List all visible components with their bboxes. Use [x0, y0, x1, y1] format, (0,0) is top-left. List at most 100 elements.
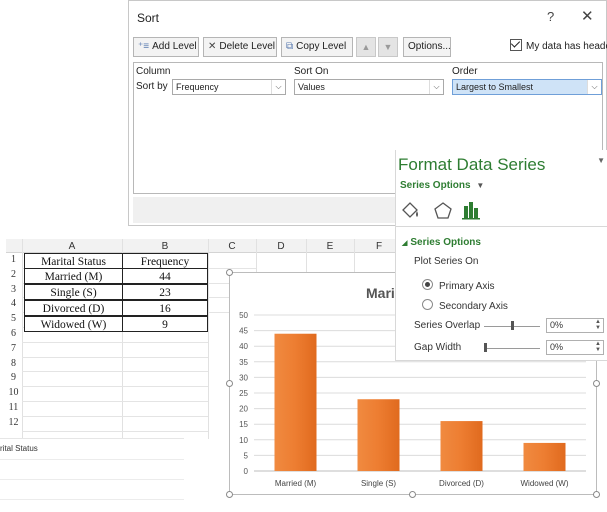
- sort-on-header: Sort On: [294, 66, 329, 77]
- series-overlap-thumb[interactable]: [511, 321, 514, 330]
- primary-axis-radio[interactable]: Primary Axis: [422, 279, 495, 292]
- row-number[interactable]: 3: [6, 284, 21, 295]
- plot-series-on-label: Plot Series On: [414, 256, 479, 267]
- close-button[interactable]: ✕: [581, 7, 594, 25]
- column-select[interactable]: Frequency ⌵: [172, 79, 286, 95]
- add-level-button[interactable]: ⁺≡ Add Level: [133, 37, 199, 57]
- delete-icon: ✕: [208, 41, 217, 52]
- help-button[interactable]: ?: [547, 9, 554, 24]
- series-options-section-header[interactable]: ◢ Series Options: [402, 237, 481, 248]
- chevron-down-icon: ▼: [476, 181, 485, 190]
- copy-level-button[interactable]: ⧉ Copy Level: [281, 37, 353, 57]
- effects-icon[interactable]: [434, 202, 452, 219]
- secondary-axis-radio[interactable]: Secondary Axis: [422, 299, 508, 312]
- resize-handle[interactable]: [409, 491, 416, 498]
- row-number[interactable]: 11: [6, 402, 21, 413]
- move-down-button[interactable]: ▼: [378, 37, 398, 57]
- row-number[interactable]: 7: [6, 343, 21, 354]
- row-number[interactable]: 6: [6, 328, 21, 339]
- row-number[interactable]: 4: [6, 298, 21, 309]
- move-up-button[interactable]: ▲: [356, 37, 376, 57]
- series-options-dropdown[interactable]: Series Options ▼: [400, 180, 484, 191]
- format-tabs: [400, 200, 600, 222]
- gap-width-value: 0%: [550, 342, 564, 352]
- series-options-icon[interactable]: [462, 202, 480, 220]
- gridline: [208, 239, 209, 439]
- gap-width-input[interactable]: 0% ▲ ▼: [546, 340, 604, 355]
- series-overlap-input[interactable]: 0% ▲ ▼: [546, 318, 604, 333]
- options-button[interactable]: Options...: [403, 37, 451, 57]
- y-tick-label: 40: [239, 342, 248, 351]
- x-tick-label: Divorced (D): [439, 479, 484, 488]
- sort-by-label: Sort by: [136, 81, 168, 92]
- resize-handle[interactable]: [593, 380, 600, 387]
- delete-level-button[interactable]: ✕ Delete Level: [203, 37, 277, 57]
- row-number[interactable]: 10: [6, 387, 21, 398]
- row-number[interactable]: 12: [6, 417, 21, 428]
- pane-options-icon[interactable]: ▼: [597, 156, 605, 165]
- fill-line-icon[interactable]: [402, 202, 418, 218]
- options-label: Options...: [408, 41, 451, 52]
- gridline: [22, 239, 23, 439]
- sort-on-select[interactable]: Values ⌵: [294, 79, 444, 95]
- gridline: [354, 239, 355, 273]
- row-number[interactable]: 5: [6, 313, 21, 324]
- column-letter[interactable]: C: [208, 241, 256, 252]
- y-tick-label: 10: [239, 436, 248, 445]
- lower-panel-label: rital Status: [0, 444, 38, 453]
- copy-icon: ⧉: [286, 41, 294, 52]
- frequency-table: Marital Status Frequency Married (M) 44 …: [24, 253, 208, 333]
- resize-handle[interactable]: [226, 491, 233, 498]
- resize-handle[interactable]: [226, 269, 233, 276]
- delete-level-label: Delete Level: [219, 41, 275, 52]
- gap-width-thumb[interactable]: [484, 343, 487, 352]
- table-cell[interactable]: Married (M): [24, 268, 123, 284]
- x-tick-label: Single (S): [361, 479, 396, 488]
- add-level-label: Add Level: [152, 41, 197, 52]
- chevron-down-icon: ⌵: [587, 80, 601, 94]
- radio-unselected-icon: [422, 299, 433, 310]
- gap-width-slider[interactable]: [484, 348, 540, 349]
- sort-toolbar: ⁺≡ Add Level ✕ Delete Level ⧉ Copy Level ▲ …: [133, 37, 607, 59]
- divider: [0, 459, 184, 460]
- my-data-has-headers-checkbox[interactable]: My data has headers: [510, 39, 607, 52]
- table-header-cell[interactable]: Marital Status: [24, 253, 123, 269]
- table-cell[interactable]: 16: [122, 300, 208, 316]
- bar: [274, 333, 317, 471]
- row-number[interactable]: 1: [6, 254, 21, 265]
- order-select-value: Largest to Smallest: [456, 82, 534, 92]
- gap-width-label: Gap Width: [414, 342, 462, 353]
- column-letter[interactable]: D: [256, 241, 306, 252]
- gridline: [22, 415, 208, 417]
- row-number[interactable]: 9: [6, 372, 21, 383]
- chart-title: Mari: [366, 285, 395, 301]
- resize-handle[interactable]: [593, 491, 600, 498]
- row-number[interactable]: 2: [6, 269, 21, 280]
- spinner-arrows-icon: ▲ ▼: [595, 319, 601, 331]
- gridline: [256, 239, 257, 273]
- table-cell[interactable]: 44: [122, 268, 208, 284]
- divider: [0, 479, 184, 480]
- column-letter[interactable]: B: [122, 241, 208, 252]
- resize-handle[interactable]: [226, 380, 233, 387]
- secondary-axis-label: Secondary Axis: [439, 301, 508, 312]
- table-cell[interactable]: 9: [122, 316, 208, 332]
- table-cell[interactable]: Single (S): [24, 284, 123, 300]
- y-tick-label: 25: [239, 389, 248, 398]
- order-select[interactable]: Largest to Smallest ⌵: [452, 79, 602, 95]
- table-header-cell[interactable]: Frequency: [122, 253, 208, 269]
- divider: [396, 226, 607, 227]
- sort-on-select-value: Values: [298, 82, 325, 92]
- sort-dialog-title: Sort: [137, 11, 160, 25]
- table-cell[interactable]: Widowed (W): [24, 316, 123, 332]
- row-number[interactable]: 8: [6, 358, 21, 369]
- x-tick-label: Widowed (W): [520, 479, 568, 488]
- y-tick-label: 35: [239, 358, 248, 367]
- table-cell[interactable]: Divorced (D): [24, 300, 123, 316]
- collapse-triangle-icon: ◢: [402, 240, 408, 247]
- primary-axis-label: Primary Axis: [439, 281, 495, 292]
- table-cell[interactable]: 23: [122, 284, 208, 300]
- column-letter[interactable]: A: [22, 241, 122, 252]
- column-letter[interactable]: E: [306, 241, 354, 252]
- bar: [440, 421, 483, 471]
